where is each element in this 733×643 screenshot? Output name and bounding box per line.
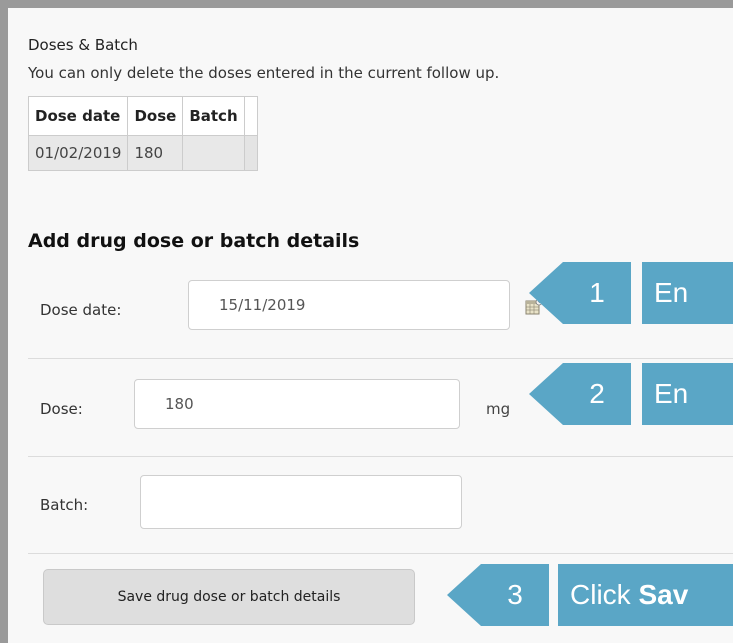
dose-label: Dose:	[40, 400, 83, 418]
callout-step-1: 1	[529, 262, 631, 324]
table-row: 01/02/2019 180	[27, 135, 258, 171]
column-header-dose: Dose	[127, 96, 184, 136]
divider	[28, 553, 733, 554]
dose-input[interactable]	[134, 379, 460, 429]
cell-batch	[182, 135, 245, 171]
divider	[28, 358, 733, 359]
callout-text-3: Click Sav	[558, 564, 733, 626]
batch-label: Batch:	[40, 496, 89, 514]
table-header-row: Dose date Dose Batch	[27, 96, 258, 136]
callout-text-1: En	[642, 262, 733, 324]
column-header-batch: Batch	[182, 96, 245, 136]
help-text: You can only delete the doses entered in…	[28, 64, 500, 82]
dose-date-label: Dose date:	[40, 301, 122, 319]
save-dose-button[interactable]: Save drug dose or batch details	[43, 569, 415, 625]
doses-batch-panel: Doses & Batch You can only delete the do…	[8, 8, 733, 643]
section-title: Doses & Batch	[28, 36, 138, 54]
column-header-actions	[243, 96, 258, 136]
cell-actions	[243, 135, 258, 171]
dose-date-input[interactable]	[188, 280, 510, 330]
callout-text-2: En	[642, 363, 733, 425]
divider	[28, 456, 733, 457]
callout-step-3: 3	[447, 564, 549, 626]
cell-dose-date: 01/02/2019	[27, 135, 129, 171]
callout-step-2: 2	[529, 363, 631, 425]
doses-table: Dose date Dose Batch 01/02/2019 180	[27, 96, 258, 171]
cell-dose: 180	[127, 135, 184, 171]
batch-input[interactable]	[140, 475, 462, 529]
dose-unit: mg	[486, 400, 511, 418]
add-dose-heading: Add drug dose or batch details	[28, 230, 360, 252]
column-header-dose-date: Dose date	[27, 96, 129, 136]
